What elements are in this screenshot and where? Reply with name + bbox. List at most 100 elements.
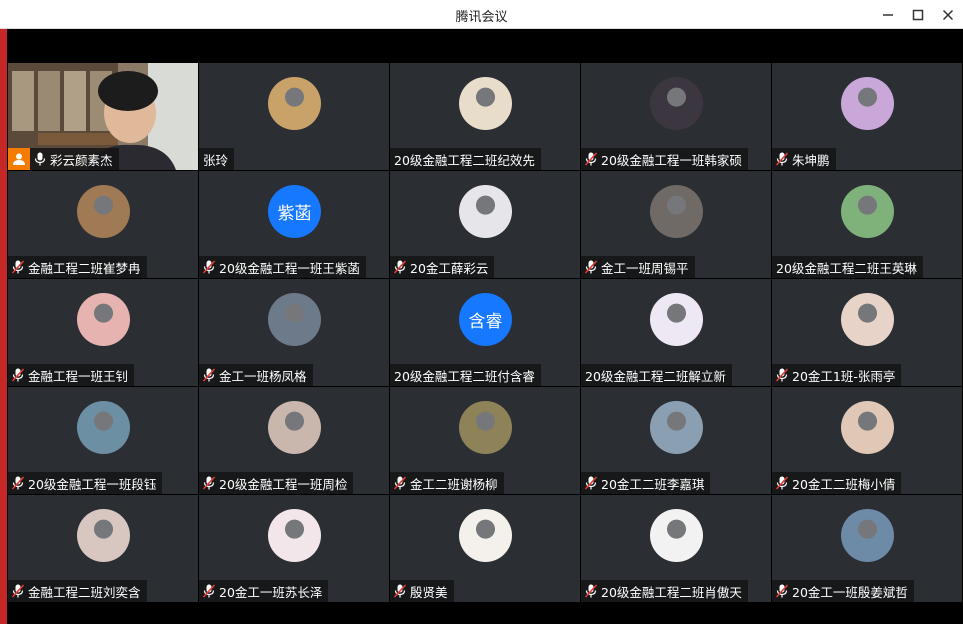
- avatar: [77, 509, 130, 562]
- participant-name: 20金工一班苏长泽: [219, 584, 323, 600]
- participant-name: 20金工薛彩云: [410, 260, 489, 276]
- participant-tile[interactable]: 20金工1班-张雨亭: [772, 279, 962, 386]
- participant-name: 20金工二班梅小倩: [792, 476, 896, 492]
- avatar: [268, 293, 321, 346]
- avatar: [841, 185, 894, 238]
- participant-tile[interactable]: 20级金融工程二班解立新: [581, 279, 771, 386]
- participant-name-tag: 殷贤美: [390, 580, 454, 602]
- participant-name: 20级金融工程一班王紫菡: [219, 260, 360, 276]
- participant-name-tag: 20级金融工程二班解立新: [581, 364, 732, 386]
- participant-name-tag: 20级金融工程二班付含睿: [390, 364, 541, 386]
- avatar: [841, 401, 894, 454]
- participant-tile[interactable]: 金工一班周锡平: [581, 171, 771, 278]
- participant-name: 金融工程二班刘奕含: [28, 584, 141, 600]
- minimize-button[interactable]: [873, 0, 903, 29]
- mic-muted-icon: [203, 368, 215, 382]
- participant-tile[interactable]: 朱坤鹏: [772, 63, 962, 170]
- top-strip: [7, 29, 963, 63]
- participant-name: 20金工1班-张雨亭: [792, 368, 896, 384]
- participant-name: 金融工程二班崔梦冉: [28, 260, 141, 276]
- participant-name-tag: 20金工一班殷姜斌哲: [772, 580, 914, 602]
- participant-tile[interactable]: 20级金融工程二班肖傲天: [581, 495, 771, 602]
- participant-name: 20金工二班李嘉琪: [601, 476, 705, 492]
- avatar: [841, 293, 894, 346]
- mic-muted-icon: [203, 476, 215, 490]
- participant-tile[interactable]: 20级金融工程二班王英琳: [772, 171, 962, 278]
- mic-muted-icon: [776, 152, 788, 166]
- avatar: [650, 293, 703, 346]
- sharing-indicator-border: [0, 29, 7, 624]
- mic-muted-icon: [585, 260, 597, 274]
- participant-tile[interactable]: 金融工程一班王钊: [8, 279, 198, 386]
- participant-name: 20级金融工程二班付含睿: [394, 368, 535, 384]
- participant-name: 殷贤美: [410, 584, 448, 600]
- avatar: [650, 185, 703, 238]
- mic-muted-icon: [12, 584, 24, 598]
- participant-tile[interactable]: 金工一班杨凤格: [199, 279, 389, 386]
- maximize-icon: [912, 9, 924, 20]
- avatar-text: 紫菡: [268, 185, 321, 238]
- participant-tile[interactable]: 20级金融工程一班韩家硕: [581, 63, 771, 170]
- participant-name-tag: 20级金融工程一班周检: [199, 472, 354, 494]
- mic-muted-icon: [203, 584, 215, 598]
- mic-muted-icon: [394, 260, 406, 274]
- participant-name-tag: 20金工1班-张雨亭: [772, 364, 902, 386]
- participant-name: 20级金融工程二班王英琳: [776, 260, 917, 276]
- minimize-icon: [883, 13, 893, 16]
- avatar: [77, 401, 130, 454]
- close-button[interactable]: [933, 0, 963, 29]
- participant-name: 20级金融工程二班解立新: [585, 368, 726, 384]
- avatar: [459, 77, 512, 130]
- avatar: [268, 77, 321, 130]
- participant-tile[interactable]: 20级金融工程一班周检: [199, 387, 389, 494]
- participant-name-tag: 20金工二班梅小倩: [772, 472, 902, 494]
- avatar-text: 含睿: [459, 293, 512, 346]
- participant-tile[interactable]: 20金工一班殷姜斌哲: [772, 495, 962, 602]
- avatar: [841, 77, 894, 130]
- avatar: [650, 401, 703, 454]
- participant-tile[interactable]: 20金工一班苏长泽: [199, 495, 389, 602]
- participant-name-tag: 朱坤鹏: [772, 148, 836, 170]
- participant-name-tag: 20级金融工程二班纪效先: [390, 148, 541, 170]
- avatar: [268, 509, 321, 562]
- participant-name-tag: 金融工程二班崔梦冉: [8, 256, 147, 278]
- participant-name: 20级金融工程一班韩家硕: [601, 152, 742, 168]
- mic-muted-icon: [203, 260, 215, 274]
- participant-tile[interactable]: 20金工二班李嘉琪: [581, 387, 771, 494]
- host-person-icon: [8, 148, 30, 170]
- participant-name-tag: 金工一班周锡平: [581, 256, 695, 278]
- participant-name: 20级金融工程一班周检: [219, 476, 348, 492]
- participant-name: 20级金融工程一班段钰: [28, 476, 157, 492]
- avatar: [459, 185, 512, 238]
- bottom-strip: [7, 602, 963, 624]
- participant-tile[interactable]: 彩云颜素杰: [8, 63, 198, 170]
- mic-muted-icon: [585, 152, 597, 166]
- participant-name-tag: 金工一班杨凤格: [199, 364, 313, 386]
- participant-name: 20金工一班殷姜斌哲: [792, 584, 908, 600]
- participant-name-tag: 金工二班谢杨柳: [390, 472, 504, 494]
- mic-muted-icon: [776, 584, 788, 598]
- participant-name-tag: 20金工一班苏长泽: [199, 580, 329, 602]
- participant-tile[interactable]: 含睿 20级金融工程二班付含睿: [390, 279, 580, 386]
- participant-tile[interactable]: 20金工二班梅小倩: [772, 387, 962, 494]
- window-title: 腾讯会议: [455, 10, 508, 25]
- avatar: [268, 401, 321, 454]
- participant-tile[interactable]: 金工二班谢杨柳: [390, 387, 580, 494]
- maximize-button[interactable]: [903, 0, 933, 29]
- participant-tile[interactable]: 金融工程二班崔梦冉: [8, 171, 198, 278]
- participant-name-tag: 20级金融工程二班肖傲天: [581, 580, 748, 602]
- participant-tile[interactable]: 金融工程二班刘奕含: [8, 495, 198, 602]
- participant-name-tag: 金融工程一班王钊: [8, 364, 135, 386]
- participant-tile[interactable]: 紫菡 20级金融工程一班王紫菡: [199, 171, 389, 278]
- participant-tile[interactable]: 20金工薛彩云: [390, 171, 580, 278]
- participant-tile[interactable]: 张玲: [199, 63, 389, 170]
- participant-name: 金工二班谢杨柳: [410, 476, 498, 492]
- participant-tile[interactable]: 20级金融工程一班段钰: [8, 387, 198, 494]
- participant-name-tag: 20级金融工程一班韩家硕: [581, 148, 748, 170]
- avatar: [77, 293, 130, 346]
- participant-tile[interactable]: 殷贤美: [390, 495, 580, 602]
- participant-name-tag: 20级金融工程一班王紫菡: [199, 256, 366, 278]
- mic-muted-icon: [585, 476, 597, 490]
- participant-name-tag: 20级金融工程一班段钰: [8, 472, 163, 494]
- participant-tile[interactable]: 20级金融工程二班纪效先: [390, 63, 580, 170]
